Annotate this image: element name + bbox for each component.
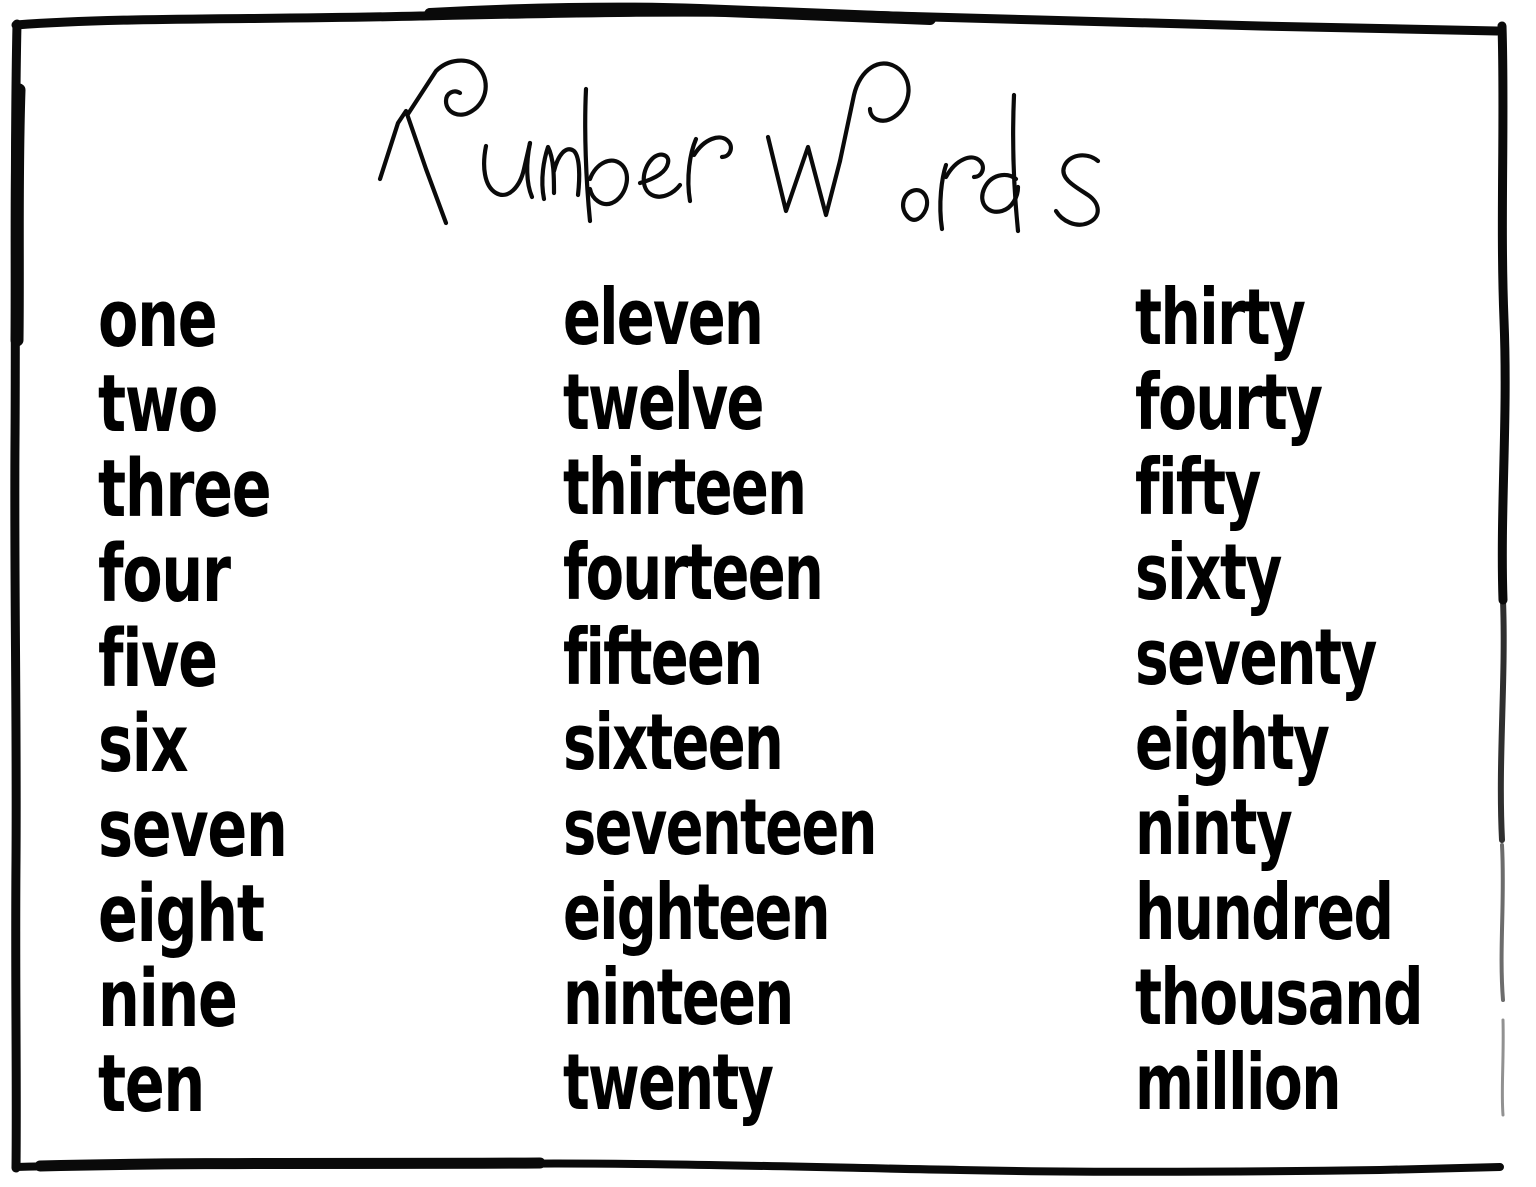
word-item: hundred: [1135, 867, 1394, 959]
tens-and-large-column: thirty fourty fifty sixty seventy eighty…: [1135, 272, 1535, 1129]
word-item: seventy: [1135, 612, 1377, 704]
word-item: twelve: [563, 357, 764, 449]
word-item: thirteen: [563, 442, 807, 534]
word-item: eighty: [1135, 697, 1330, 789]
word-item: nine: [98, 952, 238, 1045]
word-item: fifty: [1135, 442, 1261, 534]
number-words-poster: one two three four five six seven eight …: [0, 0, 1536, 1187]
word-item: five: [98, 612, 218, 705]
ones-column: one two three four five six seven eight …: [98, 272, 558, 1130]
word-item: eighteen: [563, 867, 831, 959]
word-item: fourteen: [563, 527, 824, 619]
word-item: ninteen: [563, 952, 794, 1044]
word-item: sixteen: [563, 697, 784, 789]
word-item: six: [98, 697, 188, 790]
word-item: seventeen: [563, 782, 877, 874]
word-item: two: [98, 357, 218, 450]
word-columns: one two three four five six seven eight …: [0, 272, 1536, 1156]
word-item: fourty: [1135, 357, 1323, 449]
word-item: seven: [98, 782, 288, 875]
word-item: twenty: [563, 1037, 774, 1129]
word-item: ten: [98, 1037, 205, 1130]
word-item: thirty: [1135, 272, 1306, 364]
word-item: thousand: [1135, 952, 1423, 1044]
poster-title: [0, 46, 1536, 256]
word-item: eight: [98, 867, 265, 960]
word-item: million: [1135, 1037, 1341, 1129]
word-item: eleven: [563, 272, 764, 364]
title-handwriting: [377, 58, 1101, 234]
word-item: four: [98, 527, 231, 620]
word-item: sixty: [1135, 527, 1282, 619]
teens-column: eleven twelve thirteen fourteen fifteen …: [563, 272, 1133, 1129]
word-item: three: [98, 442, 272, 535]
word-item: ninty: [1135, 782, 1293, 874]
word-item: one: [98, 272, 218, 365]
word-item: fifteen: [563, 612, 763, 704]
